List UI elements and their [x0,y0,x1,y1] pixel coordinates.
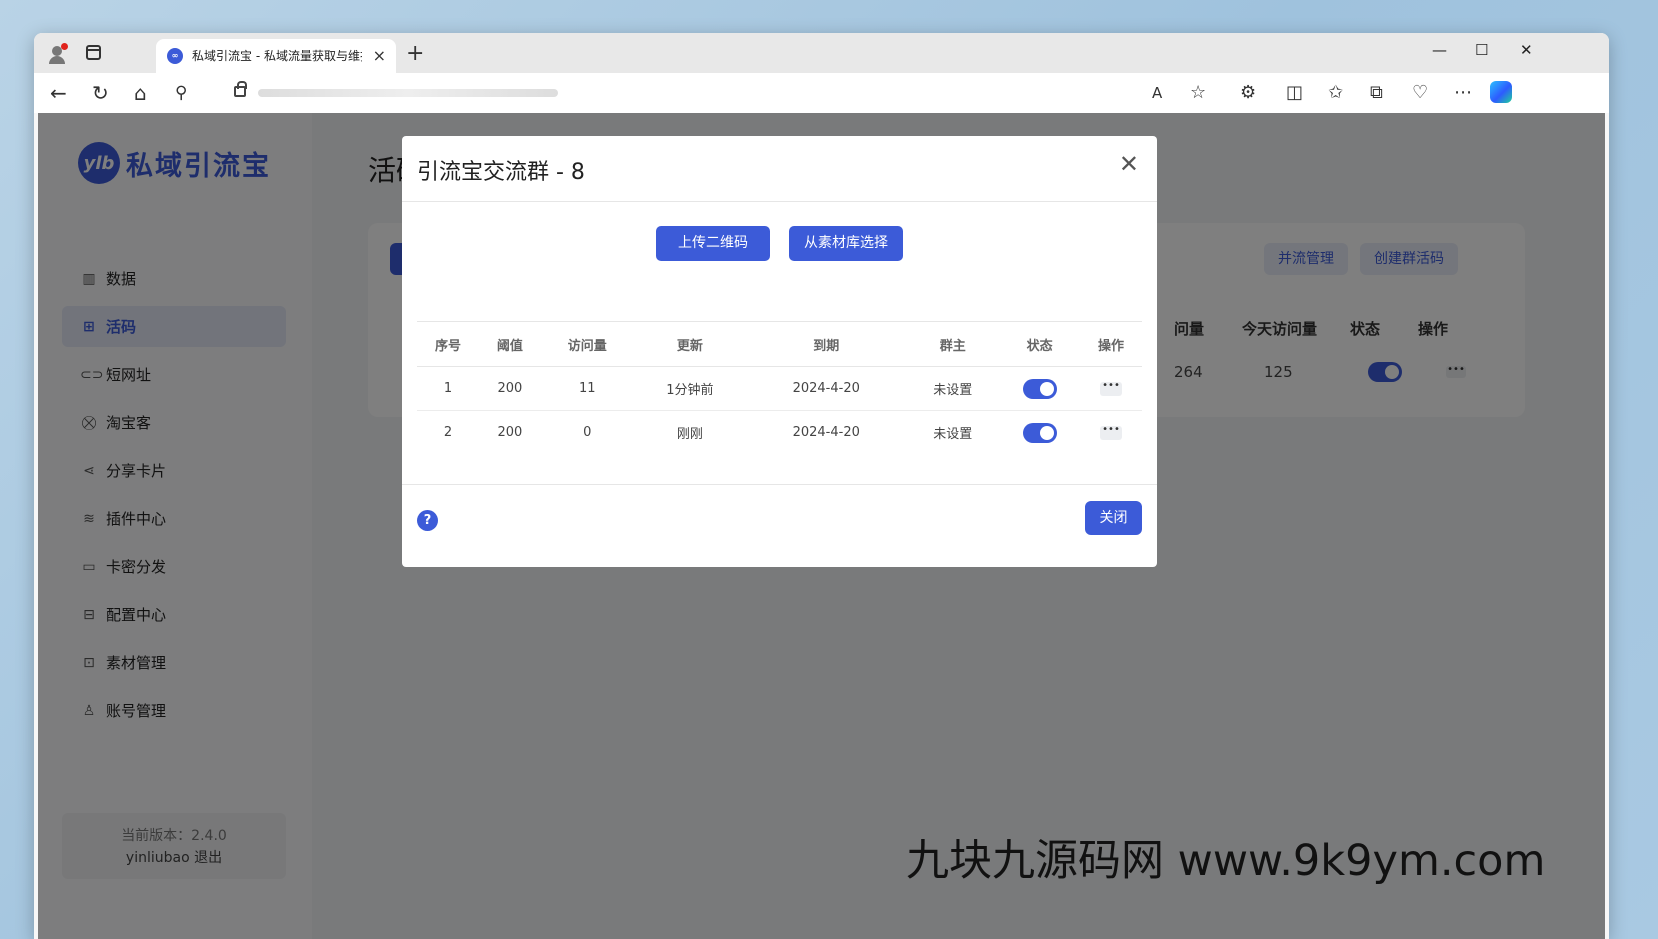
tab-title: 私域引流宝 - 私域流量获取与维护 [192,49,362,63]
navigation-bar: ← ↻ ⌂ ⚲ A ☆ ⚙ ◫ ✩ ⧉ ♡ ⋯ [34,73,1609,113]
tab-favicon-icon: ∞ [167,48,183,64]
status-toggle[interactable] [1022,378,1057,399]
modal-footer: ? 关闭 [402,484,1157,567]
cell-expire: 2024-4-20 [746,366,907,411]
qrcode-table: 序号 阈值 访问量 更新 到期 群主 状态 操作 1 200 11 1分钟前 2024-4-20 未设置… [417,321,1142,455]
refresh-icon[interactable]: ↻ [92,81,109,105]
cell-owner: 未设置 [933,427,973,443]
maximize-icon[interactable]: ☐ [1475,41,1488,59]
more-actions-button[interactable]: ••• [1100,380,1123,396]
browser-window: ∞ 私域引流宝 - 私域流量获取与维护 × + — ☐ ✕ ← ↻ ⌂ ⚲ A … [34,33,1609,939]
group-modal: 引流宝交流群 - 8 ✕ 上传二维码 从素材库选择 序号 阈值 访问量 更新 到期 群主状… [402,136,1157,567]
more-actions-button[interactable]: ••• [1100,424,1123,440]
extensions-icon[interactable]: ⚙ [1240,81,1256,105]
cell-status [999,411,1080,455]
favorites-icon[interactable]: ✩ [1328,81,1343,105]
window-close-icon[interactable]: ✕ [1520,41,1533,59]
app-page: ylb 私域引流宝 ▥数据⊞活码⊂⊃短网址⛒淘宝客⋖分享卡片≋插件中心▭卡密分发… [38,113,1605,939]
status-toggle[interactable] [1022,422,1057,443]
url-text [258,89,558,97]
back-icon[interactable]: ← [50,81,67,105]
new-tab-button[interactable]: + [406,41,424,66]
table-header-cell: 到期 [746,321,907,367]
more-menu-icon[interactable]: ⋯ [1454,81,1472,105]
table-header-cell: 访问量 [540,321,634,367]
split-screen-icon[interactable]: ◫ [1286,81,1303,105]
table-row: 1 200 11 1分钟前 2024-4-20 未设置 ••• [417,366,1142,411]
select-from-library-button[interactable]: 从素材库选择 [789,226,903,261]
close-button[interactable]: 关闭 [1085,501,1142,535]
home-icon[interactable]: ⌂ [134,81,147,105]
cell-actions: ••• [1080,411,1142,455]
cell-expire: 2024-4-20 [792,425,860,441]
performance-icon[interactable]: ♡ [1412,81,1428,105]
tab-strip: ∞ 私域引流宝 - 私域流量获取与维护 × + — ☐ ✕ [34,33,1609,73]
cell-visits: 0 [583,425,592,441]
minimize-icon[interactable]: — [1432,41,1447,59]
tab-close-icon[interactable]: × [373,46,386,65]
cell-updated: 1分钟前 [633,366,747,411]
table-header-cell: 更新 [633,321,747,367]
modal-title: 引流宝交流群 - 8 [417,160,585,185]
browser-tab[interactable]: ∞ 私域引流宝 - 私域流量获取与维护 × [156,39,396,73]
collections-icon[interactable]: ⧉ [1370,81,1383,105]
cell-index: 1 [417,366,479,411]
cell-status [999,366,1081,411]
cell-visits: 11 [540,366,634,411]
favorite-star-icon[interactable]: ☆ [1190,81,1206,105]
cell-threshold: 200 [478,366,541,411]
table-header-cell: 操作 [1080,321,1142,367]
cell-actions: ••• [1080,366,1142,411]
table-header-cell: 群主 [906,321,1000,367]
tab-actions-icon[interactable] [86,45,101,60]
table-header-cell: 状态 [999,321,1081,367]
address-bar[interactable] [222,77,1292,107]
cell-threshold: 200 [497,425,523,441]
lock-icon[interactable] [234,81,247,97]
cell-index: 2 [443,425,453,441]
profile-icon[interactable] [46,43,68,65]
search-icon[interactable]: ⚲ [175,81,187,105]
copilot-icon[interactable] [1490,81,1512,103]
table-header-cell: 序号 [417,321,479,367]
cell-owner: 未设置 [906,366,1000,411]
upload-qrcode-button[interactable]: 上传二维码 [656,226,770,261]
table-header-cell: 阈值 [478,321,541,367]
watermark-text: 九块九源码网 www.9k9ym.com [906,836,1546,886]
cell-updated: 刚刚 [676,427,703,443]
modal-header: 引流宝交流群 - 8 ✕ [402,136,1157,202]
help-icon[interactable]: ? [417,510,438,531]
modal-close-icon[interactable]: ✕ [1119,150,1139,178]
table-row: 2 200 0 刚刚 2024-4-20 未设置 ••• [417,411,1142,455]
read-aloud-icon[interactable]: A [1152,81,1162,105]
